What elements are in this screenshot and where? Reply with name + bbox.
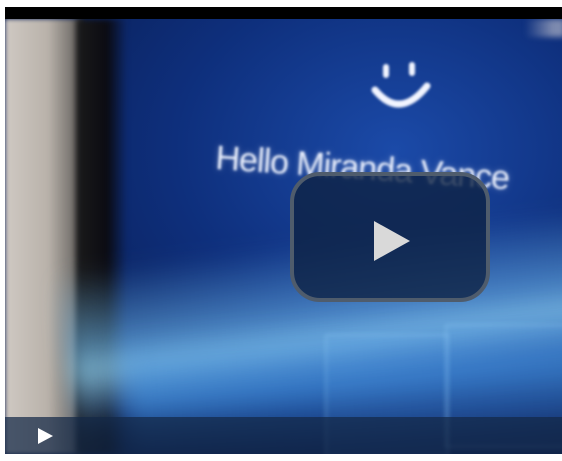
control-bar — [5, 417, 562, 454]
play-icon[interactable] — [35, 426, 55, 446]
video-player[interactable]: Hello Miranda Vance — [5, 7, 562, 454]
big-play-button[interactable] — [290, 172, 490, 302]
smiley-icon — [371, 62, 431, 108]
play-icon — [374, 221, 410, 261]
reflection — [525, 19, 562, 37]
